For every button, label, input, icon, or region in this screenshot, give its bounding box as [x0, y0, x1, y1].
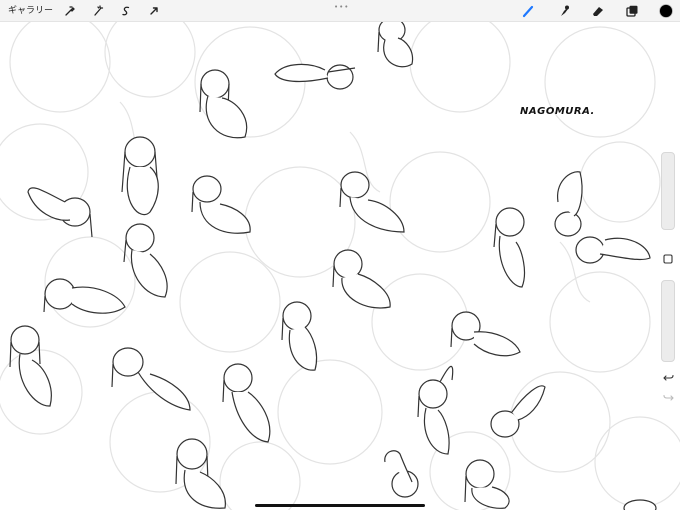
smudge-icon[interactable]	[556, 3, 572, 19]
drag-handle-icon[interactable]: •••	[334, 4, 349, 11]
color-swatch[interactable]	[658, 3, 674, 19]
figure-19	[417, 365, 454, 455]
wrench-icon[interactable]	[62, 3, 78, 19]
home-indicator[interactable]	[255, 504, 425, 507]
figure-14	[281, 301, 318, 371]
selection-icon[interactable]	[118, 3, 134, 19]
figure-12	[43, 278, 126, 314]
figure-4	[121, 136, 159, 215]
undo-icon[interactable]	[661, 370, 675, 384]
layers-icon[interactable]	[624, 3, 640, 19]
figure-22	[384, 450, 419, 498]
figure-23	[464, 459, 510, 509]
transform-arrow-icon[interactable]	[146, 3, 162, 19]
figure-16	[9, 325, 52, 407]
eraser-icon[interactable]	[590, 3, 606, 19]
sidebar	[659, 152, 677, 408]
figure-15	[450, 311, 521, 357]
brush-icon[interactable]	[520, 3, 536, 19]
figure-9	[493, 207, 526, 288]
figure-17	[111, 347, 191, 411]
redo-icon[interactable]	[661, 390, 675, 404]
figure-11	[575, 236, 651, 264]
drawing-canvas[interactable]: NAGOMURA.	[0, 6, 680, 514]
figure-6	[191, 175, 251, 234]
figure-1	[199, 69, 248, 139]
brush-size-slider[interactable]	[661, 152, 675, 230]
figure-21	[175, 438, 226, 509]
gallery-button[interactable]: ギャラリー	[8, 4, 53, 18]
figure-20	[490, 385, 546, 438]
modify-button[interactable]	[661, 252, 675, 266]
top-toolbar: ギャラリー •••	[0, 0, 680, 22]
figure-10	[554, 171, 583, 237]
figure-2	[274, 63, 356, 90]
sketch-artwork	[0, 6, 680, 514]
figure-13	[332, 249, 391, 309]
figure-8	[123, 223, 168, 298]
figure-3	[377, 17, 414, 68]
magic-wand-icon[interactable]	[90, 3, 106, 19]
figure-24	[623, 499, 657, 514]
signature-text: NAGOMURA.	[520, 106, 595, 117]
figure-18	[222, 363, 271, 443]
opacity-slider[interactable]	[661, 280, 675, 362]
